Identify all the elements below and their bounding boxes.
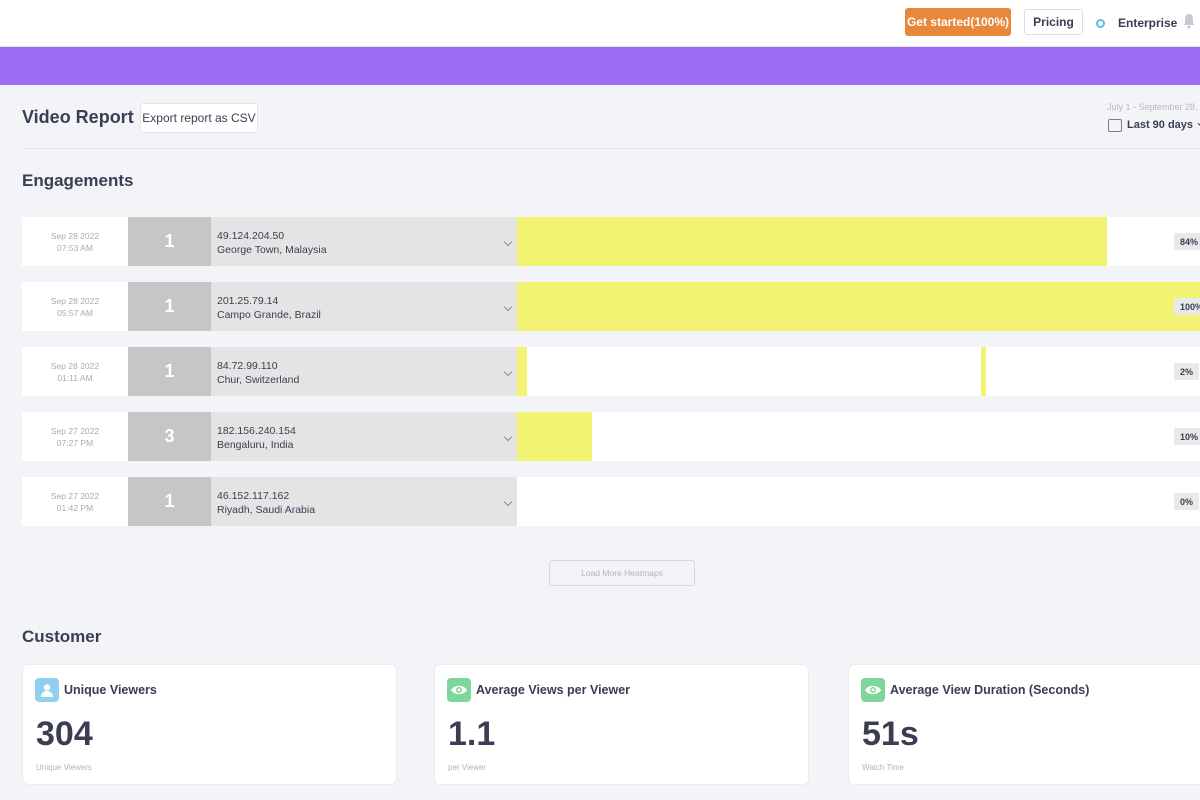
calendar-icon: [1108, 118, 1122, 132]
heatmap-segment: [517, 282, 1200, 331]
metric-card: Average Views per Viewer 1.1 per Viewer: [434, 664, 809, 785]
eye-icon: [447, 678, 471, 702]
heatmap-segment: [981, 347, 987, 396]
top-bar: Get started(100%) Pricing Enterprise: [0, 0, 1200, 47]
card-title: Average View Duration (Seconds): [890, 683, 1090, 697]
row-percent: 10%: [1174, 428, 1200, 445]
row-datetime: Sep 27 2022 07:27 PM: [22, 412, 128, 461]
row-time: 07:27 PM: [56, 437, 94, 448]
row-viewer-select[interactable]: 182.156.240.154 Bengaluru, India: [211, 412, 517, 461]
heatmap-segment: [517, 217, 1108, 266]
row-viewer-select[interactable]: 46.152.117.162 Riyadh, Saudi Arabia: [211, 477, 517, 526]
row-date: Sep 28 2022: [50, 295, 100, 306]
row-date: Sep 28 2022: [50, 360, 100, 371]
metric-card: Unique Viewers 304 Unique Viewers: [22, 664, 397, 785]
row-ip: 182.156.240.154: [217, 425, 296, 437]
row-heatmap: [517, 477, 1200, 526]
row-date: Sep 27 2022: [50, 425, 100, 436]
row-location: George Town, Malaysia: [217, 244, 327, 256]
row-view-count: 1: [128, 217, 211, 266]
enterprise-icon: [1096, 18, 1105, 28]
engagement-row[interactable]: Sep 28 2022 05:57 AM 1 201.25.79.14 Camp…: [22, 282, 1200, 331]
pricing-button[interactable]: Pricing: [1024, 9, 1083, 35]
row-location: Chur, Switzerland: [217, 374, 300, 386]
row-location: Bengaluru, India: [217, 439, 294, 451]
row-heatmap: [517, 217, 1200, 266]
export-csv-button[interactable]: Export report as CSV: [140, 103, 258, 133]
row-percent: 2%: [1174, 363, 1200, 380]
row-datetime: Sep 27 2022 01:42 PM: [22, 477, 128, 526]
enterprise-label: Enterprise: [1118, 16, 1178, 30]
row-percent: 100%: [1174, 298, 1200, 315]
metric-card: Average View Duration (Seconds) 51s Watc…: [848, 664, 1200, 785]
row-datetime: Sep 28 2022 01:11 AM: [22, 347, 128, 396]
row-datetime: Sep 28 2022 05:57 AM: [22, 282, 128, 331]
row-location: Riyadh, Saudi Arabia: [217, 504, 316, 516]
promo-banner: [0, 47, 1200, 85]
date-range-label: Last 90 days: [1127, 119, 1194, 131]
load-more-button[interactable]: Load More Heatmaps: [549, 560, 695, 586]
engagement-row[interactable]: Sep 28 2022 01:11 AM 1 84.72.99.110 Chur…: [22, 347, 1200, 396]
row-view-count: 3: [128, 412, 211, 461]
get-started-button[interactable]: Get started(100%): [905, 8, 1011, 36]
heatmap-segment: [517, 347, 528, 396]
page-title: Video Report: [22, 107, 134, 127]
bell-icon[interactable]: [1182, 13, 1196, 29]
heatmap-segment: [517, 412, 593, 461]
row-heatmap: [517, 282, 1200, 331]
card-title: Unique Viewers: [64, 683, 157, 697]
row-heatmap: [517, 347, 1200, 396]
row-location: Campo Grande, Brazil: [217, 309, 321, 321]
row-time: 01:11 AM: [57, 372, 93, 383]
card-subtitle: per Viewer: [448, 763, 487, 772]
card-value: 51s: [862, 715, 919, 753]
eye-icon: [861, 678, 885, 702]
row-date: Sep 28 2022: [50, 230, 100, 241]
engagement-row[interactable]: Sep 28 2022 07:53 AM 1 49.124.204.50 Geo…: [22, 217, 1200, 266]
divider: [22, 148, 1200, 149]
engagement-row[interactable]: Sep 27 2022 01:42 PM 1 46.152.117.162 Ri…: [22, 477, 1200, 526]
card-header: Average Views per Viewer: [447, 678, 630, 702]
engagement-list: Sep 28 2022 07:53 AM 1 49.124.204.50 Geo…: [22, 217, 1200, 542]
row-view-count: 1: [128, 347, 211, 396]
row-heatmap: [517, 412, 1200, 461]
card-subtitle: Watch Time: [862, 763, 904, 772]
engagements-title: Engagements: [22, 171, 134, 190]
row-percent: 84%: [1174, 233, 1200, 250]
row-ip: 46.152.117.162: [217, 490, 290, 502]
row-ip: 49.124.204.50: [217, 230, 285, 242]
row-time: 07:53 AM: [57, 242, 93, 253]
customer-title: Customer: [22, 627, 102, 646]
card-subtitle: Unique Viewers: [36, 763, 92, 772]
row-ip: 84.72.99.110: [217, 360, 278, 372]
row-viewer-select[interactable]: 84.72.99.110 Chur, Switzerland: [211, 347, 517, 396]
row-date: Sep 27 2022: [50, 490, 100, 501]
date-range-select[interactable]: Last 90 days: [1108, 117, 1200, 133]
card-value: 1.1: [448, 715, 496, 753]
row-viewer-select[interactable]: 201.25.79.14 Campo Grande, Brazil: [211, 282, 517, 331]
row-view-count: 1: [128, 477, 211, 526]
row-viewer-select[interactable]: 49.124.204.50 George Town, Malaysia: [211, 217, 517, 266]
user-icon: [35, 678, 59, 702]
row-view-count: 1: [128, 282, 211, 331]
row-time: 01:42 PM: [56, 502, 94, 513]
row-ip: 201.25.79.14: [217, 295, 279, 307]
row-time: 05:57 AM: [57, 307, 93, 318]
date-range-text: July 1 - September 28,: [1107, 102, 1198, 112]
card-value: 304: [36, 715, 93, 753]
row-percent: 0%: [1174, 493, 1200, 510]
row-datetime: Sep 28 2022 07:53 AM: [22, 217, 128, 266]
card-header: Unique Viewers: [35, 678, 157, 702]
card-title: Average Views per Viewer: [476, 683, 631, 697]
engagement-row[interactable]: Sep 27 2022 07:27 PM 3 182.156.240.154 B…: [22, 412, 1200, 461]
enterprise-link[interactable]: Enterprise: [1096, 15, 1177, 31]
card-header: Average View Duration (Seconds): [861, 678, 1089, 702]
